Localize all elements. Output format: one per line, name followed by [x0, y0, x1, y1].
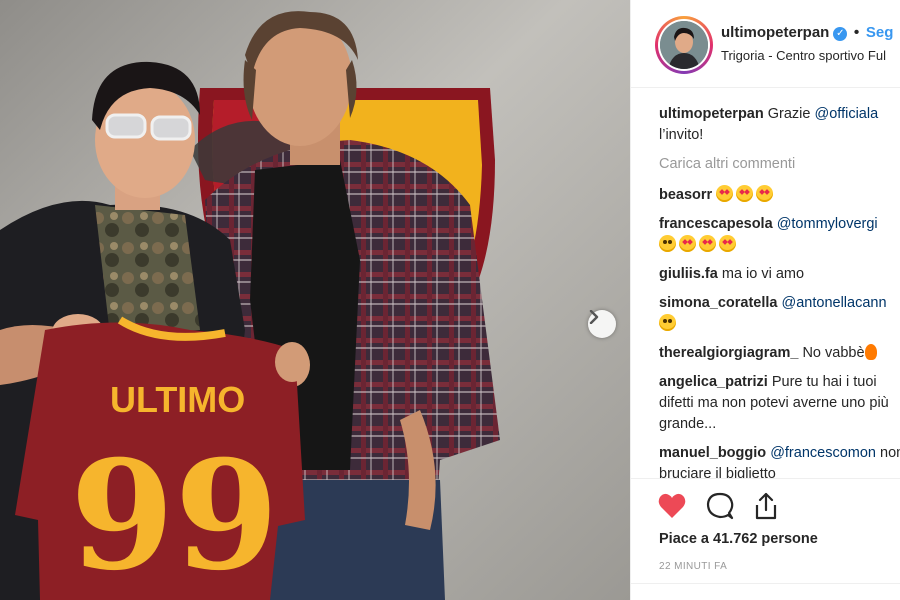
emoji-smile-icon — [659, 314, 676, 331]
comment-username[interactable]: angelica_patrizi — [659, 374, 768, 390]
emoji-fire-icon — [864, 344, 877, 360]
likes-number: 41.762 — [713, 531, 758, 547]
caption-text-end: l’invito! — [659, 127, 704, 143]
comment-item: beasorr — [659, 185, 900, 206]
emoji-heart-eyes-icon — [756, 185, 774, 202]
comment-mention[interactable]: @francescomon — [770, 445, 876, 461]
post-timestamp[interactable]: 22 MINUTI FA — [659, 561, 727, 572]
emoji-heart-eyes-icon — [716, 185, 734, 202]
comment-item: simona_coratella @antonellacann — [659, 293, 900, 335]
comment-item: therealgiorgiagram_ No vabbè — [659, 343, 900, 364]
caption-mention[interactable]: @officiala — [815, 106, 879, 122]
comment-item: giuliis.fa ma io vi amo — [659, 264, 900, 285]
comment-mention[interactable]: @tommylovergi — [777, 216, 878, 232]
share-icon[interactable] — [751, 491, 781, 521]
likes-prefix: Piace a — [659, 531, 709, 547]
likes-suffix: persone — [761, 531, 818, 547]
comment-username[interactable]: giuliis.fa — [659, 266, 718, 282]
jersey-number: 99 — [70, 428, 279, 600]
comment-username[interactable]: francescapesola — [659, 216, 773, 232]
comment-item: angelica_patrizi Pure tu hai i tuoi dife… — [659, 372, 900, 435]
caption: ultimopeterpan Grazie @officiala l’invit… — [659, 104, 900, 146]
header-text: ultimopeterpan ✓ • Seg Trigoria - Centro … — [721, 24, 893, 63]
comment-username[interactable]: manuel_boggio — [659, 445, 766, 461]
avatar-portrait — [660, 21, 708, 69]
avatar[interactable] — [655, 16, 713, 74]
emoji-heart-eyes-icon — [679, 235, 696, 252]
comment-username[interactable]: therealgiorgiagram_ — [659, 345, 798, 361]
comments-list: ultimopeterpan Grazie @officiala l’invit… — [659, 104, 900, 478]
caption-username[interactable]: ultimopeterpan — [659, 106, 764, 122]
photo-illustration: ULTIMO 99 — [0, 0, 630, 600]
emoji-scream-icon — [659, 235, 676, 252]
add-comment-area[interactable] — [631, 583, 900, 600]
load-more-comments-button[interactable]: Carica altri commenti — [659, 154, 900, 175]
comment-username[interactable]: beasorr — [659, 187, 712, 203]
comment-mention[interactable]: @antonellacann — [782, 295, 887, 311]
next-photo-button[interactable] — [588, 310, 616, 338]
chevron-right-icon — [589, 310, 599, 324]
emoji-heart-eyes-icon — [719, 235, 736, 252]
hand-right — [275, 342, 309, 382]
heart-icon[interactable] — [657, 491, 687, 521]
comment-text: No vabbè — [802, 345, 865, 361]
separator-dot: • — [853, 24, 860, 41]
comment-item: francescapesola @tommylovergi — [659, 214, 900, 256]
verified-icon: ✓ — [833, 27, 848, 41]
comment-username[interactable]: simona_coratella — [659, 295, 777, 311]
follow-button[interactable]: Seg — [866, 24, 894, 41]
post-photo[interactable]: ULTIMO 99 — [0, 0, 630, 600]
post-actions: Piace a 41.762 persone 22 MINUTI FA — [631, 478, 900, 600]
emoji-heart-eyes-icon — [699, 235, 716, 252]
jersey-name: ULTIMO — [110, 379, 245, 420]
comment-icon[interactable] — [705, 491, 735, 521]
comment-item: manuel_boggio @francescomon non bruciare… — [659, 443, 900, 478]
avatar-image — [660, 21, 708, 69]
caption-text: Grazie — [767, 106, 811, 122]
location-link[interactable]: Trigoria - Centro sportivo Ful — [721, 48, 893, 63]
username-link[interactable]: ultimopeterpan — [721, 24, 829, 41]
comment-text: ma io vi amo — [721, 266, 805, 282]
emoji-heart-eyes-icon — [736, 185, 754, 202]
post-header: ultimopeterpan ✓ • Seg Trigoria - Centro … — [631, 0, 900, 88]
post-sidebar: ultimopeterpan ✓ • Seg Trigoria - Centro … — [630, 0, 900, 600]
likes-count[interactable]: Piace a 41.762 persone — [659, 531, 818, 547]
